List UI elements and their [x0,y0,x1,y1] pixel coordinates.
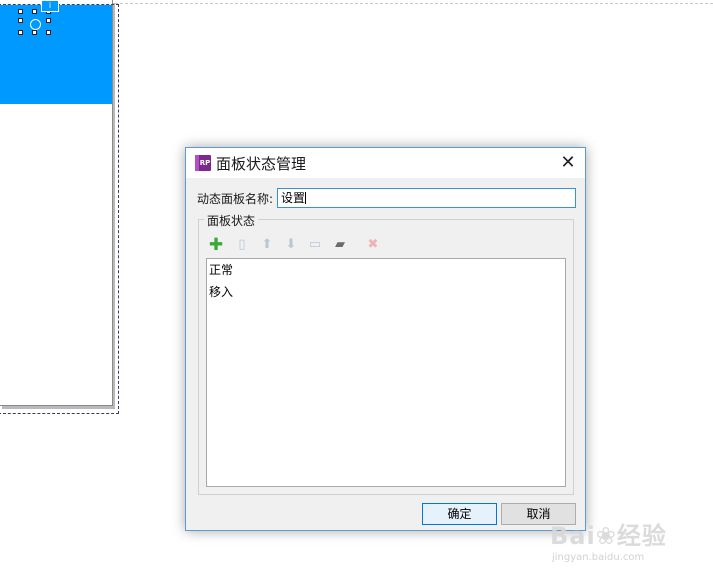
panel-state-manager-dialog: RP 面板状态管理 ✕ 动态面板名称: 设置 面板状态 ✚ ▯ ⬆ ⬇ ▭ ▰ … [185,147,586,531]
panel-name-input[interactable]: 设置 [277,188,576,208]
ok-button[interactable]: 确定 [422,503,497,525]
panel-name-label: 动态面板名称: [197,192,274,206]
list-item[interactable]: 移入 [207,281,565,303]
dialog-title: 面板状态管理 [216,155,307,173]
baidu-jingyan-watermark: Bai❀经验 jingyan.baidu.com [540,508,708,574]
states-toolbar: ✚ ▯ ⬆ ⬇ ▭ ▰ ✖ [207,236,567,254]
resize-handle[interactable] [18,18,23,23]
text-caret [305,192,307,204]
gear-icon [30,19,41,30]
close-icon[interactable]: ✕ [555,151,581,175]
resize-handle[interactable] [32,30,37,35]
delete-state-icon[interactable]: ✖ [364,236,382,254]
watermark-brand: Bai❀经验 [550,522,667,550]
dynamic-panel-widget[interactable] [0,5,112,104]
resize-handle[interactable] [46,30,51,35]
resize-handle[interactable] [32,9,37,14]
axure-rp-icon: RP [195,155,211,171]
edit-all-icon[interactable]: ▰ [331,236,349,254]
move-up-icon[interactable]: ⬆ [258,236,276,254]
resize-handle[interactable] [18,9,23,14]
list-item[interactable]: 正常 [207,259,565,281]
panel-states-legend: 面板状态 [204,212,259,229]
resize-handle[interactable] [18,30,23,35]
panel-name-value: 设置 [281,191,306,205]
add-state-icon[interactable]: ✚ [207,236,225,254]
move-down-icon[interactable]: ⬇ [282,236,300,254]
watermark-url: jingyan.baidu.com [552,552,645,563]
resize-handle[interactable] [46,18,51,23]
dialog-titlebar: RP 面板状态管理 ✕ [186,148,585,178]
widget-info-icon[interactable]: i [41,0,59,12]
edit-state-icon[interactable]: ▭ [306,236,324,254]
state-list[interactable]: 正常 移入 [206,258,566,487]
copy-state-icon[interactable]: ▯ [233,236,251,254]
